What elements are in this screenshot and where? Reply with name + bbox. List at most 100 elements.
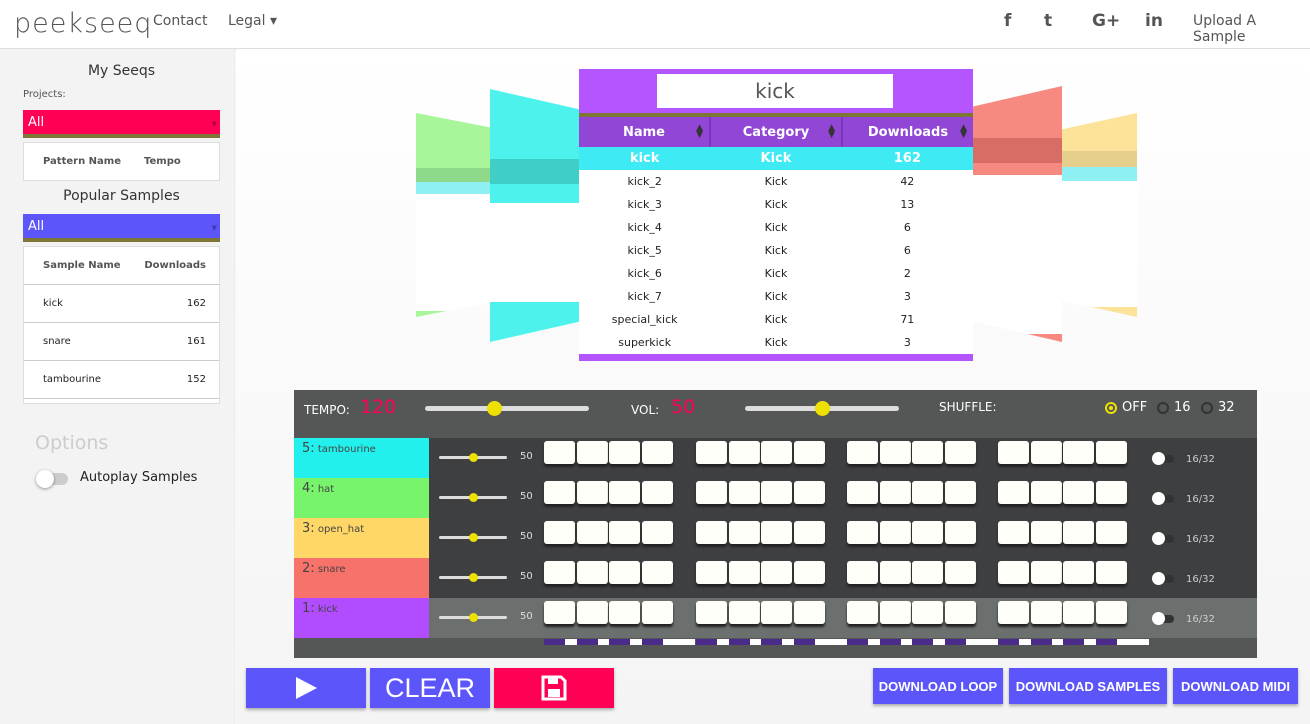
step-pad[interactable] [847, 561, 878, 584]
col-tempo[interactable]: Tempo [144, 156, 206, 167]
step-pad[interactable] [544, 521, 575, 544]
step-pad[interactable] [998, 561, 1029, 584]
col-downloads-sort[interactable]: Downloads ▲ ▼ [843, 117, 973, 147]
step-pad[interactable] [642, 561, 674, 584]
download-loop-button[interactable]: DOWNLOAD LOOP [873, 668, 1003, 704]
step-pad[interactable] [1030, 481, 1062, 504]
play-button[interactable] [246, 668, 366, 708]
slider-thumb[interactable] [469, 613, 478, 622]
step-pad[interactable] [761, 521, 793, 544]
track-name[interactable]: 4: hat [294, 478, 429, 518]
linkedin-icon[interactable]: in [1145, 11, 1163, 31]
upload-sample-link[interactable]: Upload A Sample [1193, 13, 1310, 45]
step-pad[interactable] [912, 601, 944, 624]
step-pad[interactable] [609, 481, 641, 504]
track-volume-slider[interactable] [439, 453, 507, 462]
sample-row[interactable]: superkick Kick 3 [579, 331, 973, 354]
step-pad[interactable] [696, 441, 727, 464]
projects-select[interactable]: All ▼ [23, 110, 220, 138]
step-pad[interactable] [1096, 481, 1128, 504]
step-pad[interactable] [945, 601, 977, 624]
step-pad[interactable] [794, 561, 826, 584]
clear-button[interactable]: CLEAR [370, 668, 490, 708]
track-name[interactable]: 3: open_hat [294, 518, 429, 558]
sample-row[interactable]: special_kick Kick 71 [579, 308, 973, 331]
slider-thumb[interactable] [469, 493, 478, 502]
sample-row[interactable]: kick_7 Kick 3 [579, 285, 973, 308]
step-pad[interactable] [847, 521, 878, 544]
track-16-32-toggle[interactable] [1152, 452, 1174, 465]
step-pad[interactable] [544, 481, 575, 504]
download-midi-button[interactable]: DOWNLOAD MIDI [1173, 668, 1298, 704]
step-pad[interactable] [1096, 441, 1128, 464]
track-volume-slider[interactable] [439, 533, 507, 542]
step-pad[interactable] [642, 601, 674, 624]
track-16-32-toggle[interactable] [1152, 572, 1174, 585]
facebook-icon[interactable]: f [1004, 11, 1011, 31]
step-pad[interactable] [1063, 481, 1095, 504]
step-pad[interactable] [544, 561, 575, 584]
popular-sample-row[interactable]: tambourine 152 [24, 360, 219, 398]
step-pad[interactable] [761, 601, 793, 624]
popular-select[interactable]: All ▼ [23, 214, 220, 242]
sample-row[interactable]: kick_5 Kick 6 [579, 239, 973, 262]
sample-row[interactable]: kick_2 Kick 42 [579, 170, 973, 193]
twitter-icon[interactable]: t [1044, 11, 1052, 31]
col-pattern-name[interactable]: Pattern Name [24, 156, 144, 167]
step-pad[interactable] [1030, 521, 1062, 544]
step-pad[interactable] [544, 441, 575, 464]
step-pad[interactable] [642, 521, 674, 544]
step-pad[interactable] [945, 441, 977, 464]
slider-thumb[interactable] [486, 401, 502, 416]
step-pad[interactable] [696, 481, 727, 504]
step-pad[interactable] [945, 561, 977, 584]
step-pad[interactable] [998, 441, 1029, 464]
step-pad[interactable] [879, 441, 911, 464]
nav-legal-dropdown[interactable]: Legal ▾ [228, 13, 277, 29]
step-pad[interactable] [1030, 441, 1062, 464]
step-pad[interactable] [576, 561, 608, 584]
slider-thumb[interactable] [815, 401, 830, 416]
sample-row[interactable]: kick_4 Kick 6 [579, 216, 973, 239]
track-16-32-toggle[interactable] [1152, 612, 1174, 625]
slider-thumb[interactable] [469, 573, 478, 582]
carousel-card-right[interactable] [973, 86, 1062, 342]
shuffle-off-radio[interactable]: OFF [1105, 400, 1147, 415]
step-pad[interactable] [728, 521, 760, 544]
step-pad[interactable] [728, 481, 760, 504]
step-pad[interactable] [847, 601, 878, 624]
google-plus-icon[interactable]: G+ [1092, 11, 1120, 31]
save-button[interactable] [494, 668, 614, 708]
col-category-sort[interactable]: Category ▲ ▼ [711, 117, 843, 147]
step-pad[interactable] [879, 521, 911, 544]
step-pad[interactable] [576, 521, 608, 544]
track-name[interactable]: 2: snare [294, 558, 429, 598]
shuffle-32-radio[interactable]: 32 [1201, 400, 1235, 415]
carousel-card-right-far[interactable] [1062, 113, 1137, 317]
col-sample-name[interactable]: Sample Name [24, 260, 144, 271]
step-pad[interactable] [761, 481, 793, 504]
step-pad[interactable] [794, 481, 826, 504]
track-16-32-toggle[interactable] [1152, 532, 1174, 545]
slider-thumb[interactable] [469, 453, 478, 462]
step-pad[interactable] [696, 521, 727, 544]
step-pad[interactable] [794, 441, 826, 464]
sample-row[interactable]: kick_3 Kick 13 [579, 193, 973, 216]
step-pad[interactable] [912, 521, 944, 544]
track-name[interactable]: 5: tambourine [294, 438, 429, 478]
step-pad[interactable] [912, 441, 944, 464]
step-pad[interactable] [642, 441, 674, 464]
step-pad[interactable] [728, 441, 760, 464]
tempo-slider[interactable] [425, 401, 589, 416]
step-pad[interactable] [544, 601, 575, 624]
step-pad[interactable] [728, 601, 760, 624]
step-pad[interactable] [879, 601, 911, 624]
sample-search-input[interactable] [657, 74, 893, 108]
step-pad[interactable] [576, 441, 608, 464]
step-pad[interactable] [998, 601, 1029, 624]
step-pad[interactable] [728, 561, 760, 584]
step-pad[interactable] [794, 601, 826, 624]
nav-contact[interactable]: Contact [153, 13, 207, 29]
track-volume-slider[interactable] [439, 613, 507, 622]
step-pad[interactable] [912, 481, 944, 504]
